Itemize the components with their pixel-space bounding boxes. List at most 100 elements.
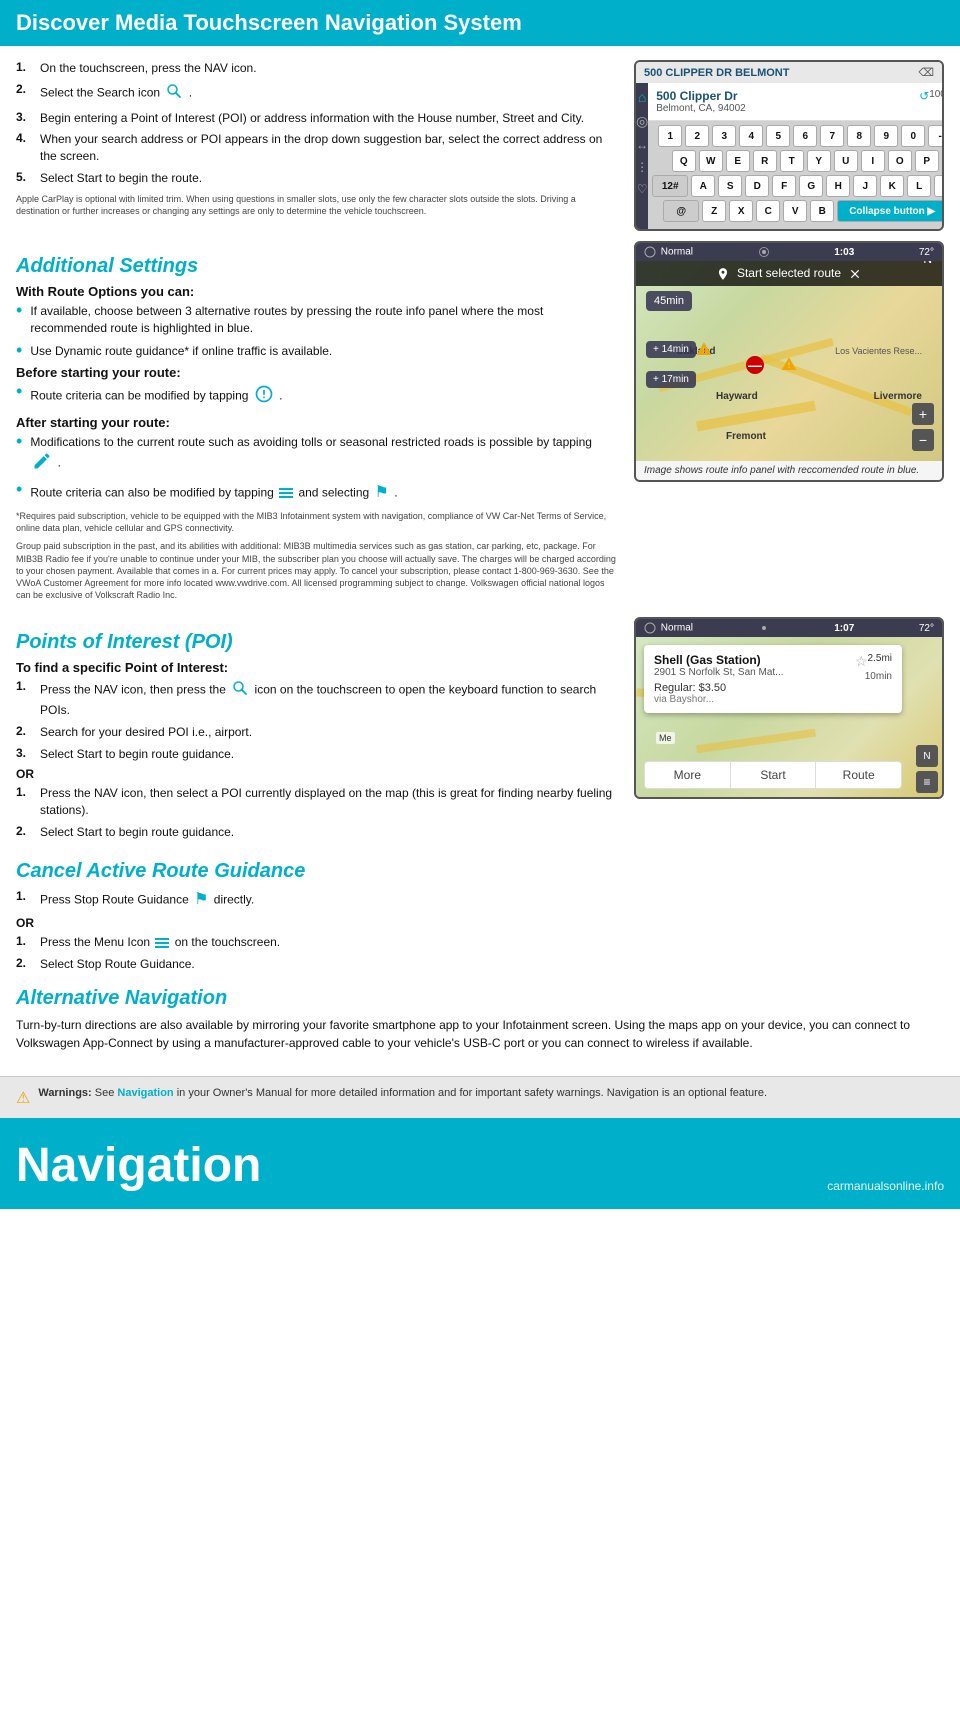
alt-time-badge-2: + 17min	[646, 371, 696, 388]
before-bullet-text: Route criteria can be modified by tappin…	[30, 384, 618, 409]
menu-lines-icon	[279, 488, 293, 498]
kb-key-f[interactable]: F	[772, 175, 796, 197]
kb-key-dash[interactable]: -	[928, 125, 944, 147]
step-1: 1. On the touchscreen, press the NAV ico…	[16, 60, 618, 77]
kb-row-zxcv: @ Z X C V B Collapse button ▶	[652, 200, 944, 222]
result-address-sub: Belmont, CA, 94002	[656, 103, 944, 114]
me-label: Me	[656, 732, 675, 744]
poi-route-button[interactable]: Route	[816, 762, 901, 788]
poi-step-alt-text-2: Select Start to begin route guidance.	[40, 824, 618, 841]
kb-key-c[interactable]: C	[756, 200, 780, 222]
kb-key-3[interactable]: 3	[712, 125, 736, 147]
kb-key-e[interactable]: E	[726, 150, 750, 172]
kb-key-h[interactable]: H	[826, 175, 850, 197]
map-time-display: 1:03	[834, 247, 854, 258]
poi-status-bar: Normal 1:07 72°	[636, 619, 942, 637]
warnings-label: Warnings:	[38, 1087, 91, 1099]
kb-key-u[interactable]: U	[834, 150, 858, 172]
kb-key-b[interactable]: B	[810, 200, 834, 222]
poi-card-name: Shell (Gas Station) 2901 S Norfolk St, S…	[654, 653, 784, 678]
zoom-in-button[interactable]: +	[912, 403, 934, 425]
kb-row-qwerty: Q W E R T Y U I O P	[652, 150, 944, 172]
kb-key-o[interactable]: O	[888, 150, 912, 172]
search-icon	[165, 82, 183, 105]
kb-key-a[interactable]: A	[691, 175, 715, 197]
kb-key-d[interactable]: D	[745, 175, 769, 197]
kb-key-z[interactable]: Z	[702, 200, 726, 222]
kb-key-0[interactable]: 0	[901, 125, 925, 147]
dots-icon: ⋮	[636, 160, 648, 174]
kb-key-7[interactable]: 7	[820, 125, 844, 147]
kb-row-numbers: 1 2 3 4 5 6 7 8 9 0 -	[652, 125, 944, 147]
zoom-out-button[interactable]: −	[912, 429, 934, 451]
kb-key-l[interactable]: L	[907, 175, 931, 197]
map-temp-display: 72°	[919, 247, 934, 258]
clear-icon: ⌫	[918, 66, 934, 79]
kb-key-x[interactable]: X	[729, 200, 753, 222]
poi-time-display: 1:07	[834, 623, 854, 634]
footer-warning-text: Warnings: See Navigation in your Owner's…	[38, 1087, 767, 1099]
after-bullet-text-2: Route criteria can also be modified by t…	[30, 482, 618, 504]
kb-key-r[interactable]: R	[753, 150, 777, 172]
kb-key-g[interactable]: G	[799, 175, 823, 197]
kb-key-amp[interactable]: &	[934, 175, 944, 197]
poi-start-button[interactable]: Start	[731, 762, 817, 788]
screen-main: 100 ft ↺ 500 Clipper Dr Belmont, CA, 940…	[648, 83, 944, 229]
map-status-bar: Normal 1:03 72°	[636, 243, 942, 261]
bullet-text-2: Use Dynamic route guidance* if online tr…	[30, 343, 618, 360]
step-2: 2. Select the Search icon .	[16, 82, 618, 105]
before-route-label: Before starting your route:	[16, 365, 618, 380]
poi-road-2	[696, 729, 816, 754]
pin-icon: ◎	[636, 113, 648, 130]
kb-key-12hash[interactable]: 12#	[652, 175, 688, 197]
kb-collapse-button[interactable]: Collapse button ▶	[837, 200, 944, 222]
kb-key-8[interactable]: 8	[847, 125, 871, 147]
kb-key-6[interactable]: 6	[793, 125, 817, 147]
route-arrow: ↺	[919, 89, 929, 103]
kb-key-w[interactable]: W	[699, 150, 723, 172]
poi-star-icon: ☆	[855, 653, 868, 669]
main-content: 1. On the touchscreen, press the NAV ico…	[0, 46, 960, 1076]
step-text-5: Select Start to begin the route.	[40, 170, 618, 187]
cancel-step-text-1: Press Stop Route Guidance ⚑ directly.	[40, 889, 944, 911]
kb-key-at[interactable]: @	[663, 200, 699, 222]
kb-key-9[interactable]: 9	[874, 125, 898, 147]
kb-key-p[interactable]: P	[915, 150, 939, 172]
kb-key-s[interactable]: S	[718, 175, 742, 197]
kb-key-y[interactable]: Y	[807, 150, 831, 172]
bullet-dot-1: •	[16, 301, 22, 319]
keyboard-area: 1 2 3 4 5 6 7 8 9 0 -	[648, 121, 944, 229]
kb-key-i[interactable]: I	[861, 150, 885, 172]
keyboard-screen-mockup: 500 CLIPPER DR BELMONT ⌫ ⌂ ◎ ↔ ⋮ ♡	[634, 60, 944, 231]
kb-key-v[interactable]: V	[783, 200, 807, 222]
after-route-label: After starting your route:	[16, 415, 618, 430]
flag-blue-icon: ⚑	[375, 482, 389, 504]
map-menu-button[interactable]: ≡	[916, 771, 938, 793]
kb-key-4[interactable]: 4	[739, 125, 763, 147]
cancel-step-alt-2: 2. Select Stop Route Guidance.	[16, 956, 944, 973]
route-icon: ↔	[636, 138, 648, 152]
step-text-1: On the touchscreen, press the NAV icon.	[40, 60, 618, 77]
kb-key-5[interactable]: 5	[766, 125, 790, 147]
cancel-steps-1: 1. Press Stop Route Guidance ⚑ directly.	[16, 889, 944, 911]
poi-status-normal: Normal	[644, 622, 693, 634]
step-num-5: 5.	[16, 170, 34, 184]
poi-status-center	[758, 622, 770, 634]
kb-key-j[interactable]: J	[853, 175, 877, 197]
kb-key-k[interactable]: K	[880, 175, 904, 197]
alt-time-badge-1: + 14min	[646, 341, 696, 358]
cancel-steps-2: 1. Press the Menu Icon on the touchscree…	[16, 934, 944, 973]
poi-map-controls: N	[916, 745, 938, 767]
kb-key-1[interactable]: 1	[658, 125, 682, 147]
kb-key-q[interactable]: Q	[672, 150, 696, 172]
kb-key-2[interactable]: 2	[685, 125, 709, 147]
compass-icon[interactable]: N	[916, 745, 938, 767]
kb-key-t[interactable]: T	[780, 150, 804, 172]
navigation-link[interactable]: Navigation	[117, 1087, 173, 1099]
warning-sign-2	[781, 356, 797, 377]
section-4: Cancel Active Route Guidance 1. Press St…	[16, 860, 944, 973]
poi-more-button[interactable]: More	[645, 762, 731, 788]
bullet-text-1: If available, choose between 3 alternati…	[30, 303, 618, 337]
stop-route-icon: ⚑	[194, 889, 208, 911]
section-5: Alternative Navigation Turn-by-turn dire…	[16, 987, 944, 1052]
